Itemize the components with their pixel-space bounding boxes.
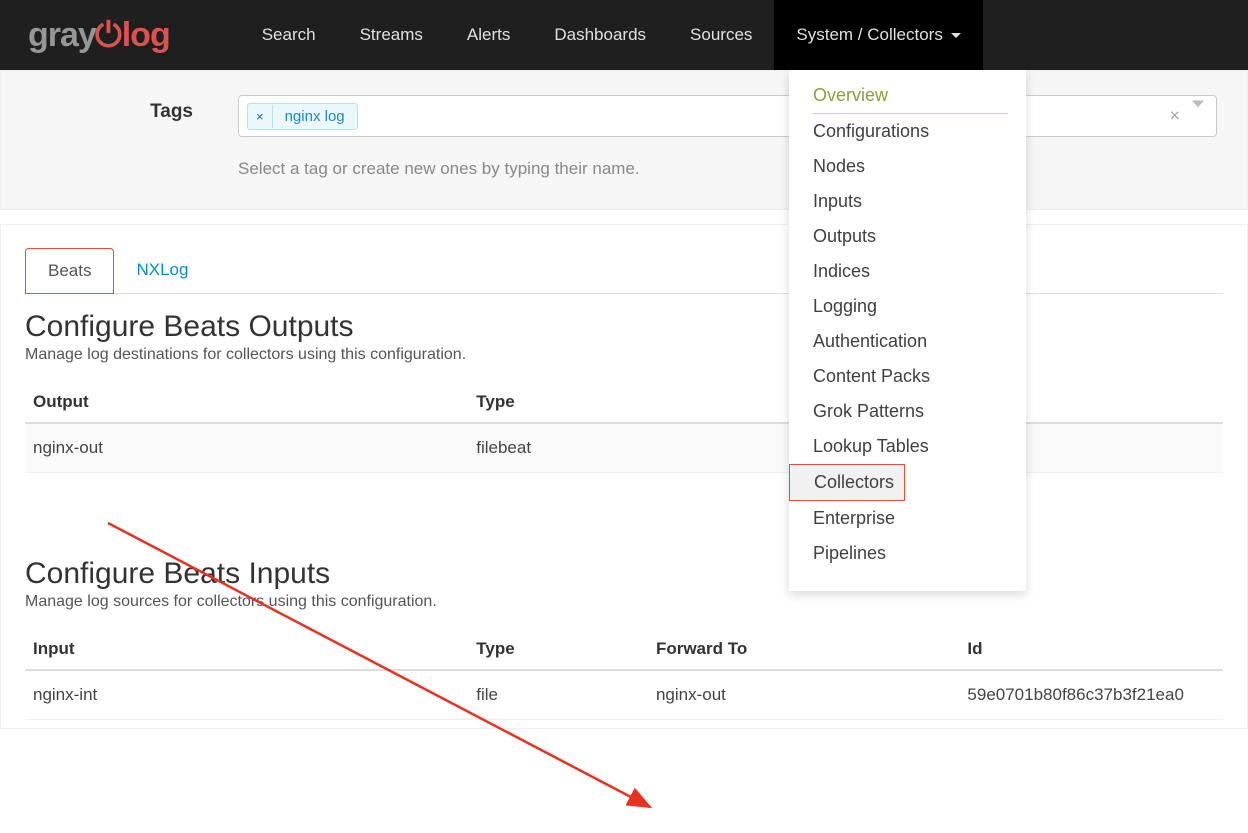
input-type-cell: file <box>468 670 648 720</box>
tag-chip: × nginx log <box>247 103 358 130</box>
inputs-desc: Manage log sources for collectors using … <box>25 593 1223 611</box>
nav-dashboards[interactable]: Dashboards <box>532 0 668 70</box>
chevron-down-icon <box>951 33 961 38</box>
input-forward-cell: nginx-out <box>648 670 959 720</box>
tabs: Beats NXLog <box>25 247 1223 294</box>
inputs-section: Configure Beats Inputs Manage log source… <box>1 541 1247 728</box>
dropdown-grok-patterns[interactable]: Grok Patterns <box>789 394 1026 429</box>
inputs-th-input: Input <box>25 629 468 670</box>
inputs-th-id: Id <box>959 629 1223 670</box>
nav-system-collectors[interactable]: System / Collectors <box>774 0 982 70</box>
logo-part-red: log <box>122 16 170 54</box>
tags-control: × nginx log × Select a tag or create new… <box>238 95 1235 179</box>
tab-beats[interactable]: Beats <box>25 248 114 294</box>
dropdown-collectors[interactable]: Collectors <box>789 464 905 501</box>
content: Tags × nginx log × Select a tag or creat… <box>0 70 1248 729</box>
clear-icon[interactable]: × <box>1169 106 1180 127</box>
dropdown-configurations[interactable]: Configurations <box>789 114 1026 149</box>
outputs-section: Configure Beats Outputs Manage log desti… <box>1 294 1247 541</box>
chevron-down-icon[interactable] <box>1192 108 1204 125</box>
tags-panel: Tags × nginx log × Select a tag or creat… <box>0 70 1248 210</box>
dropdown-inputs[interactable]: Inputs <box>789 184 1026 219</box>
tags-help-text: Select a tag or create new ones by typin… <box>238 159 1217 179</box>
output-name-cell: nginx-out <box>25 423 468 473</box>
inputs-table: Input Type Forward To Id nginx-int file … <box>25 629 1223 720</box>
nav-system-label: System / Collectors <box>796 25 942 45</box>
dropdown-content-packs[interactable]: Content Packs <box>789 359 1026 394</box>
dropdown-lookup-tables[interactable]: Lookup Tables <box>789 429 1026 464</box>
nav-sources[interactable]: Sources <box>668 0 774 70</box>
dropdown-logging[interactable]: Logging <box>789 289 1026 324</box>
nav-streams[interactable]: Streams <box>338 0 445 70</box>
inputs-title: Configure Beats Inputs <box>25 557 1223 591</box>
tag-remove-icon[interactable]: × <box>248 105 273 128</box>
main-panel: Beats NXLog Configure Beats Outputs Mana… <box>0 224 1248 729</box>
logo-part-gray: gray <box>28 16 96 54</box>
tabs-row: Beats NXLog <box>1 225 1247 294</box>
table-row: nginx-int file nginx-out 59e0701b80f86c3… <box>25 670 1223 720</box>
navbar: gray⏻log Search Streams Alerts Dashboard… <box>0 0 1248 70</box>
outputs-th-output: Output <box>25 382 468 423</box>
outputs-title: Configure Beats Outputs <box>25 310 1223 344</box>
outputs-desc: Manage log destinations for collectors u… <box>25 346 1223 364</box>
tab-nxlog[interactable]: NXLog <box>114 248 210 294</box>
nav-alerts[interactable]: Alerts <box>445 0 532 70</box>
table-row: nginx-out filebeat <box>25 423 1223 473</box>
nav-items: Search Streams Alerts Dashboards Sources… <box>240 0 983 70</box>
dropdown-enterprise[interactable]: Enterprise <box>789 501 1026 536</box>
dropdown-nodes[interactable]: Nodes <box>789 149 1026 184</box>
input-id-cell: 59e0701b80f86c37b3f21ea0 <box>959 670 1223 720</box>
inputs-th-type: Type <box>468 629 648 670</box>
inputs-th-forward: Forward To <box>648 629 959 670</box>
input-name-cell: nginx-int <box>25 670 468 720</box>
nav-search[interactable]: Search <box>240 0 338 70</box>
outputs-table: Output Type nginx-out filebeat <box>25 382 1223 473</box>
dropdown-indices[interactable]: Indices <box>789 254 1026 289</box>
dropdown-outputs[interactable]: Outputs <box>789 219 1026 254</box>
tag-chip-text: nginx log <box>273 104 357 129</box>
dropdown-pipelines[interactable]: Pipelines <box>789 536 1026 571</box>
dropdown-authentication[interactable]: Authentication <box>789 324 1026 359</box>
dropdown-overview[interactable]: Overview <box>813 78 1008 114</box>
system-dropdown: Overview Configurations Nodes Inputs Out… <box>789 70 1026 591</box>
tags-input[interactable]: × nginx log × <box>238 95 1217 137</box>
logo[interactable]: gray⏻log <box>28 16 170 55</box>
tags-label: Tags <box>13 95 238 123</box>
logo-icon: ⏻ <box>96 16 122 55</box>
